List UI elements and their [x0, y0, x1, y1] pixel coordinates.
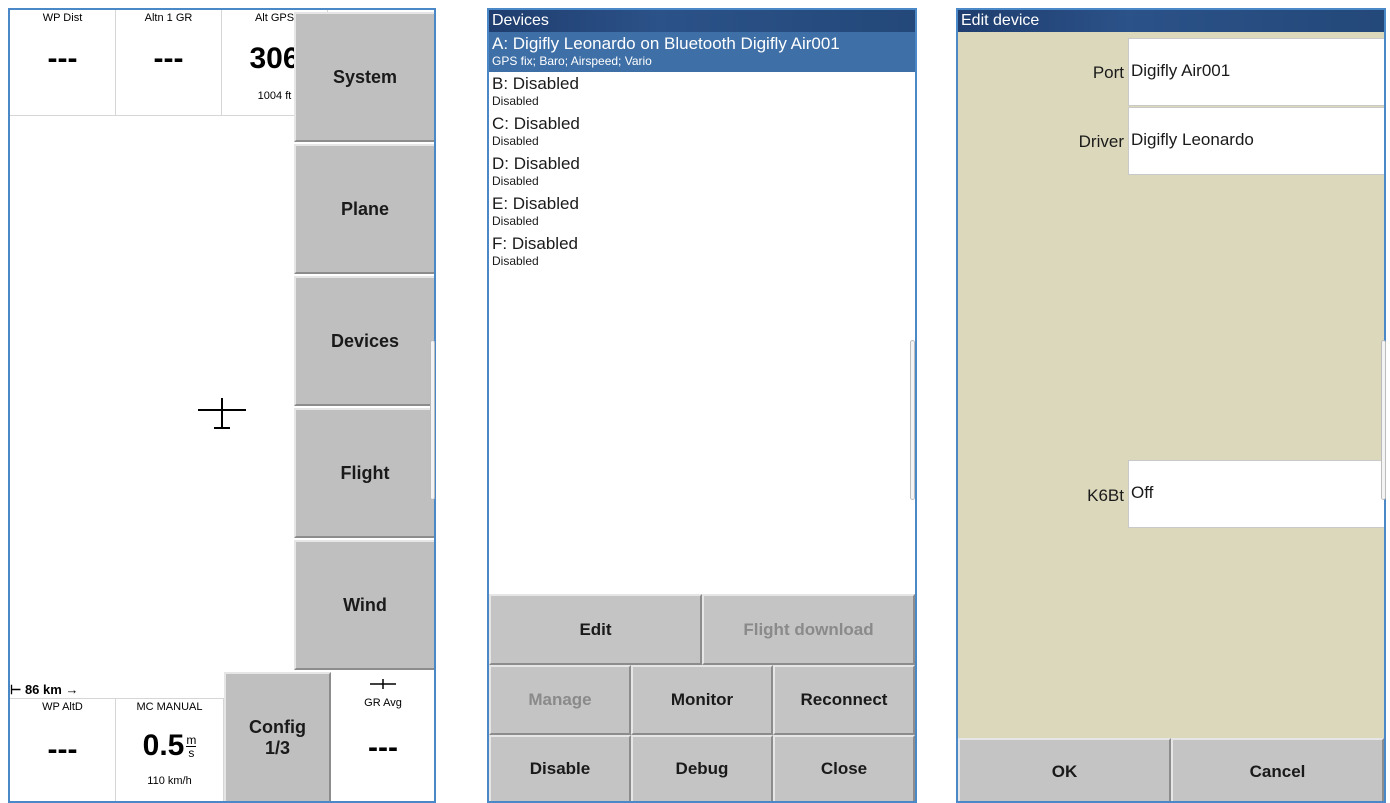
- device-row-b[interactable]: B: Disabled Disabled: [489, 72, 915, 112]
- edit-button[interactable]: Edit: [489, 594, 702, 665]
- edit-device-dialog: Edit device Port Digifly Air001 Driver D…: [956, 8, 1386, 803]
- dialog-title: Devices: [489, 10, 915, 32]
- reconnect-button[interactable]: Reconnect: [773, 665, 915, 735]
- device-list[interactable]: A: Digifly Leonardo on Bluetooth Digifly…: [489, 32, 915, 272]
- close-button[interactable]: Close: [773, 735, 915, 801]
- device-status: Disabled: [492, 214, 539, 228]
- k6bt-label: K6Bt: [1087, 486, 1124, 505]
- infobox-value: ---: [368, 731, 398, 764]
- ok-button[interactable]: OK: [958, 738, 1171, 801]
- infobox-value: ---: [153, 42, 184, 75]
- device-row-a[interactable]: A: Digifly Leonardo on Bluetooth Digifly…: [489, 32, 915, 72]
- device-name: F: Disabled: [492, 234, 578, 253]
- glider-icon: [370, 679, 396, 689]
- device-name: B: Disabled: [492, 74, 579, 93]
- device-name: C: Disabled: [492, 114, 580, 133]
- flight-button[interactable]: Flight: [294, 408, 434, 538]
- aircraft-icon: [198, 398, 246, 429]
- scale-arrow-icon: →: [65, 682, 79, 697]
- wind-button[interactable]: Wind: [294, 540, 434, 670]
- device-status: GPS fix; Baro; Airspeed; Vario: [492, 54, 652, 68]
- devices-dialog: Devices A: Digifly Leonardo on Bluetooth…: [487, 8, 917, 803]
- config-page: 1/3: [264, 737, 291, 758]
- map-screen: WP Dist --- Altn 1 GR --- Alt GPS 306 10…: [8, 8, 436, 803]
- map-area[interactable]: [10, 116, 294, 672]
- scroll-handle[interactable]: [1381, 340, 1386, 500]
- device-status: Disabled: [492, 94, 539, 108]
- scale-label: 86 km: [24, 682, 62, 697]
- infobox-gr-avg[interactable]: GR Avg ---: [331, 672, 434, 801]
- infobox-wp-altd[interactable]: WP AltD ---: [10, 698, 116, 801]
- infobox-value: ---: [47, 42, 78, 75]
- system-button[interactable]: System: [294, 12, 434, 142]
- scroll-handle[interactable]: [910, 340, 915, 500]
- config-label: Config: [249, 716, 306, 737]
- driver-field[interactable]: Digifly Leonardo: [1128, 107, 1384, 175]
- device-status: Disabled: [492, 174, 539, 188]
- scale-bar-icon: ⊢: [10, 682, 22, 697]
- cancel-button[interactable]: Cancel: [1171, 738, 1384, 801]
- unit-fraction: m s: [186, 732, 197, 760]
- port-label: Port: [1092, 63, 1124, 82]
- device-name: A: Digifly Leonardo on Bluetooth Digifly…: [492, 34, 840, 53]
- manage-button[interactable]: Manage: [489, 665, 631, 735]
- infobox-wp-dist[interactable]: WP Dist ---: [10, 10, 116, 116]
- device-row-d[interactable]: D: Disabled Disabled: [489, 152, 915, 192]
- infobox-title: WP AltD: [42, 701, 83, 713]
- port-field[interactable]: Digifly Air001: [1128, 38, 1384, 106]
- infobox-title: GR Avg: [364, 697, 402, 709]
- infobox-title: Altn 1 GR: [144, 12, 193, 24]
- map-scale: ⊢ 86 km →: [10, 682, 78, 698]
- infobox-title: WP Dist: [42, 12, 83, 24]
- config-button[interactable]: Config 1/3: [224, 672, 331, 801]
- infobox-value: ---: [47, 733, 78, 766]
- mc-value-group: 0.5 m s: [116, 729, 223, 763]
- infobox-title: MC MANUAL: [136, 701, 203, 713]
- device-row-c[interactable]: C: Disabled Disabled: [489, 112, 915, 152]
- unit-top: m: [186, 732, 197, 747]
- device-row-e[interactable]: E: Disabled Disabled: [489, 192, 915, 232]
- debug-button[interactable]: Debug: [631, 735, 773, 801]
- infobox-value: 0.5: [142, 729, 185, 762]
- scroll-handle[interactable]: [430, 340, 435, 500]
- device-status: Disabled: [492, 254, 539, 268]
- disable-button[interactable]: Disable: [489, 735, 631, 801]
- dialog-title: Edit device: [958, 10, 1384, 32]
- device-name: E: Disabled: [492, 194, 579, 213]
- infobox-comment: 110 km/h: [147, 775, 192, 787]
- infobox-mc-manual[interactable]: MC MANUAL 0.5 m s 110 km/h: [116, 698, 224, 801]
- device-name: D: Disabled: [492, 154, 580, 173]
- plane-button[interactable]: Plane: [294, 144, 434, 274]
- unit-bottom: s: [188, 745, 195, 760]
- driver-label: Driver: [1078, 132, 1124, 151]
- k6bt-field[interactable]: Off: [1128, 460, 1384, 528]
- devices-button[interactable]: Devices: [294, 276, 434, 406]
- infobox-altn-gr[interactable]: Altn 1 GR ---: [116, 10, 222, 116]
- flight-download-button[interactable]: Flight download: [702, 594, 915, 665]
- monitor-button[interactable]: Monitor: [631, 665, 773, 735]
- device-status: Disabled: [492, 134, 539, 148]
- device-row-f[interactable]: F: Disabled Disabled: [489, 232, 915, 272]
